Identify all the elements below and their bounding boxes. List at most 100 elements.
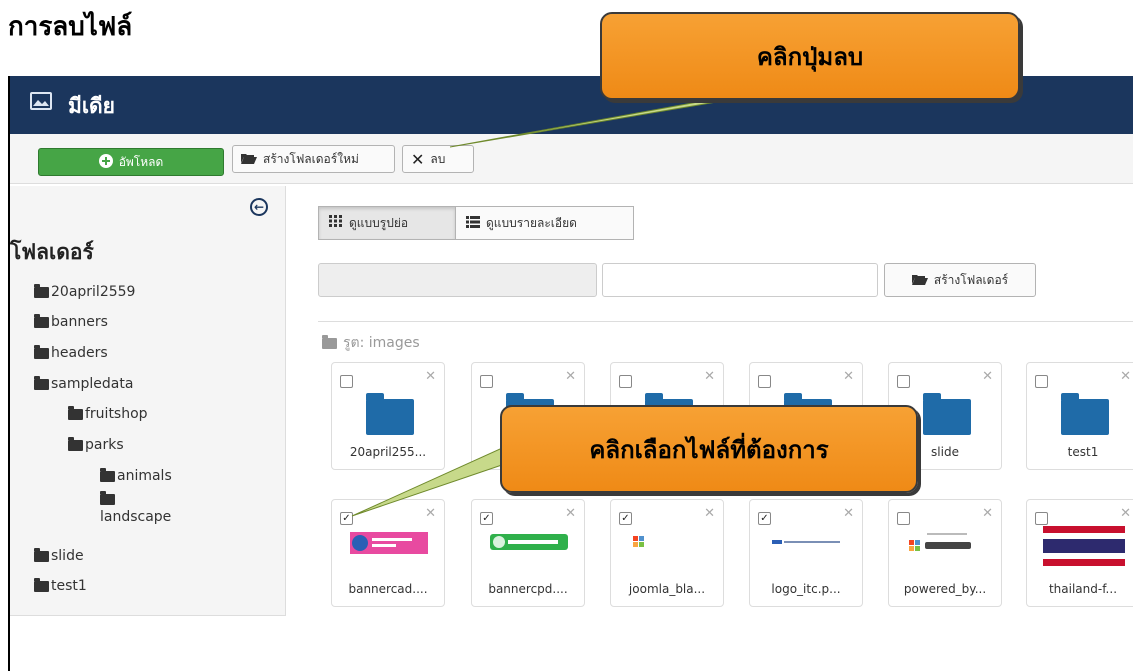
remove-icon[interactable]: ✕ [704, 369, 715, 384]
select-checkbox[interactable]: ✓ [340, 512, 353, 525]
list-icon [466, 215, 480, 231]
folder-icon [34, 283, 49, 298]
delete-button[interactable]: ✕ ลบ [402, 145, 474, 173]
sidebar-folder[interactable]: animals [100, 467, 172, 484]
folder-icon [1061, 393, 1109, 435]
select-checkbox[interactable] [619, 375, 632, 388]
folder-icon [100, 467, 115, 482]
thailand-flag-image [1043, 526, 1125, 566]
callout-select-instruction: คลิกเลือกไฟล์ที่ต้องการ [500, 405, 918, 493]
select-checkbox[interactable] [480, 375, 493, 388]
folder-icon [34, 577, 49, 592]
select-checkbox[interactable] [897, 512, 910, 525]
close-icon: ✕ [411, 149, 425, 169]
folders-heading: โฟลเดอร์ [10, 240, 94, 264]
joomla-logo-icon [909, 533, 971, 551]
thumbnail-view-button[interactable]: ดูแบบรูปย่อ [318, 206, 456, 240]
select-checkbox[interactable]: ✓ [619, 512, 632, 525]
breadcrumb: รูต: images [322, 332, 420, 354]
new-folder-button[interactable]: สร้างโฟลเดอร์ใหม่ [232, 145, 395, 173]
media-item-name: bannercpd.... [488, 582, 568, 596]
callout-delete-instruction: คลิกปุ่มลบ [600, 12, 1020, 100]
select-checkbox[interactable] [758, 375, 771, 388]
remove-icon[interactable]: ✕ [565, 369, 576, 384]
folder-icon [34, 375, 49, 390]
remove-icon[interactable]: ✕ [425, 369, 436, 384]
select-checkbox[interactable] [1035, 375, 1048, 388]
sidebar-folder[interactable]: landscape [100, 491, 171, 525]
media-item[interactable]: ✕ powered_by... [888, 499, 1002, 607]
folder-icon [923, 393, 971, 435]
folder-path-field [318, 263, 597, 297]
select-checkbox[interactable]: ✓ [758, 512, 771, 525]
media-item-name: thailand-f... [1048, 582, 1118, 596]
media-item-name: powered_by... [903, 582, 987, 596]
delete-label: ลบ [430, 151, 446, 166]
media-item-name: 20april255... [349, 445, 427, 459]
arrow-left-circle-icon[interactable]: ← [250, 198, 268, 216]
folder-sidebar: ← โฟลเดอร์ 20april2559 banners headers s… [10, 186, 286, 616]
media-item[interactable]: ✕ 20april255... [331, 362, 445, 470]
folder-icon [68, 405, 83, 420]
create-folder-label: สร้างโฟลเดอร์ [933, 272, 1009, 287]
select-checkbox[interactable]: ✓ [480, 512, 493, 525]
sidebar-folder[interactable]: headers [34, 344, 108, 361]
media-item-name: bannercad.... [348, 582, 428, 596]
folder-icon [34, 344, 49, 359]
sidebar-folder[interactable]: slide [34, 547, 84, 564]
folder-open-icon [911, 273, 928, 288]
sidebar-folder[interactable]: banners [34, 313, 108, 330]
detail-view-button[interactable]: ดูแบบรายละเอียด [456, 206, 634, 240]
remove-icon[interactable]: ✕ [425, 506, 436, 521]
media-manager: มีเดีย อัพโหลด สร้างโฟลเดอร์ใหม่ ✕ ลบ ← [8, 76, 1133, 671]
media-item[interactable]: ✓ ✕ joomla_bla... [610, 499, 724, 607]
remove-icon[interactable]: ✕ [1120, 369, 1131, 384]
remove-icon[interactable]: ✕ [843, 369, 854, 384]
thumbnail-view-label: ดูแบบรูปย่อ [349, 215, 409, 230]
sidebar-folder[interactable]: sampledata [34, 375, 133, 392]
image-icon [30, 92, 52, 110]
sidebar-folder[interactable]: 20april2559 [34, 283, 135, 300]
folder-icon [100, 491, 115, 505]
remove-icon[interactable]: ✕ [843, 506, 854, 521]
upload-label: อัพโหลด [118, 154, 164, 169]
remove-icon[interactable]: ✕ [1120, 506, 1131, 521]
thumbnail-image [350, 532, 428, 554]
folder-icon [68, 436, 83, 451]
media-item[interactable]: ✕ test1 [1026, 362, 1133, 470]
media-item[interactable]: ✓ ✕ bannercad.... [331, 499, 445, 607]
remove-icon[interactable]: ✕ [982, 369, 993, 384]
media-item-name: test1 [1067, 445, 1099, 459]
folder-name-input[interactable] [602, 263, 878, 297]
media-item-name: logo_itc.p... [771, 582, 841, 596]
toolbar: อัพโหลด สร้างโฟลเดอร์ใหม่ ✕ ลบ [10, 134, 1133, 184]
sidebar-folder[interactable]: parks [68, 436, 124, 453]
sidebar-folder[interactable]: test1 [34, 577, 87, 594]
select-checkbox[interactable] [897, 375, 910, 388]
joomla-logo-icon [633, 536, 644, 547]
view-toggle: ดูแบบรูปย่อ ดูแบบรายละเอียด [318, 206, 634, 240]
folder-icon [322, 334, 337, 349]
new-folder-label: สร้างโฟลเดอร์ใหม่ [263, 151, 359, 166]
grid-icon [329, 215, 343, 231]
plus-circle-icon [98, 153, 113, 171]
folder-icon [366, 393, 414, 435]
remove-icon[interactable]: ✕ [704, 506, 715, 521]
remove-icon[interactable]: ✕ [565, 506, 576, 521]
media-item[interactable]: ✕ thailand-f... [1026, 499, 1133, 607]
remove-icon[interactable]: ✕ [982, 506, 993, 521]
select-checkbox[interactable] [340, 375, 353, 388]
document-title: การลบไฟล์ [8, 12, 133, 42]
upload-button[interactable]: อัพโหลด [38, 148, 224, 176]
create-folder-button[interactable]: สร้างโฟลเดอร์ [884, 263, 1036, 297]
page-title: มีเดีย [68, 94, 115, 118]
sidebar-folder[interactable]: fruitshop [68, 405, 148, 422]
media-item[interactable]: ✓ ✕ bannercpd.... [471, 499, 585, 607]
detail-view-label: ดูแบบรายละเอียด [486, 215, 577, 230]
folder-icon [34, 547, 49, 562]
folder-icon [34, 313, 49, 328]
media-item[interactable]: ✓ ✕ logo_itc.p... [749, 499, 863, 607]
thumbnail-image [772, 540, 840, 544]
thumbnail-image [490, 534, 568, 550]
select-checkbox[interactable] [1035, 512, 1048, 525]
